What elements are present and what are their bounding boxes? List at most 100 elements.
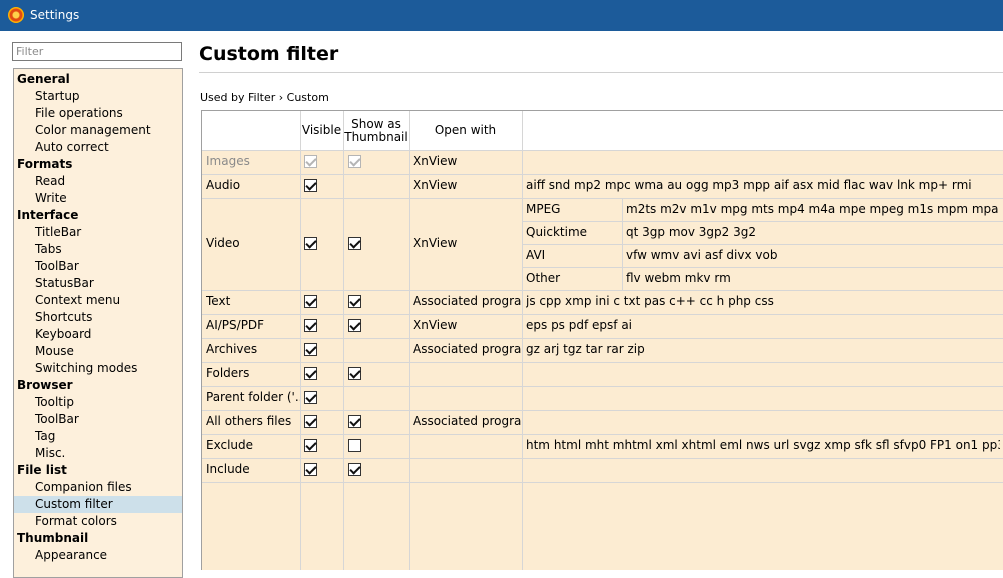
video-extensions-1[interactable]: qt 3gp mov 3gp2 3g2 (626, 225, 1000, 241)
open-with-6[interactable] (413, 366, 521, 382)
open-with-10[interactable] (413, 462, 521, 478)
thumbnail-checkbox[interactable] (348, 367, 361, 380)
tree-category-general[interactable]: General (14, 71, 182, 88)
tree-item-mouse[interactable]: Mouse (14, 343, 182, 360)
sidebar-filter-input[interactable] (12, 42, 182, 61)
row-name-5: Archives (206, 342, 258, 356)
tree-item-toolbar[interactable]: ToolBar (14, 258, 182, 275)
extensions-4[interactable]: eps ps pdf epsf ai (526, 318, 1000, 334)
grid-line (202, 362, 1003, 363)
open-with-9[interactable] (413, 438, 521, 454)
thumbnail-checkbox[interactable] (348, 319, 361, 332)
grid-line (202, 314, 1003, 315)
tree-item-tag[interactable]: Tag (14, 428, 182, 445)
tree-item-misc[interactable]: Misc. (14, 445, 182, 462)
visible-checkbox[interactable] (304, 343, 317, 356)
visible-checkbox[interactable] (304, 391, 317, 404)
grid-line (409, 111, 410, 570)
tree-item-appearance[interactable]: Appearance (14, 547, 182, 564)
tree-item-tabs[interactable]: Tabs (14, 241, 182, 258)
tree-item-shortcuts[interactable]: Shortcuts (14, 309, 182, 326)
tree-category-file-list[interactable]: File list (14, 462, 182, 479)
extensions-1[interactable]: aiff snd mp2 mpc wma au ogg mp3 mpp aif … (526, 178, 1000, 194)
open-with-4[interactable]: XnView (413, 318, 521, 334)
app-logo-icon (8, 7, 24, 23)
grid-line (202, 386, 1003, 387)
tree-item-switching-modes[interactable]: Switching modes (14, 360, 182, 377)
tree-category-interface[interactable]: Interface (14, 207, 182, 224)
open-with-1[interactable]: XnView (413, 178, 521, 194)
grid-line (522, 111, 523, 570)
video-extensions-3[interactable]: flv webm mkv rm (626, 271, 1000, 287)
row-name-7: Parent folder ('..') (206, 390, 300, 404)
tree-item-companion-files[interactable]: Companion files (14, 479, 182, 496)
visible-checkbox[interactable] (304, 237, 317, 250)
grid-line (202, 482, 1003, 483)
extensions-7[interactable] (526, 390, 1000, 406)
tree-category-formats[interactable]: Formats (14, 156, 182, 173)
tree-item-toolbar[interactable]: ToolBar (14, 411, 182, 428)
tree-category-browser[interactable]: Browser (14, 377, 182, 394)
extensions-3[interactable]: js cpp xmp ini c txt pas c++ cc h php cs… (526, 294, 1000, 310)
visible-checkbox[interactable] (304, 295, 317, 308)
tree-item-write[interactable]: Write (14, 190, 182, 207)
visible-checkbox[interactable] (304, 367, 317, 380)
header-thumbnail-line2: Thumbnail (344, 129, 408, 144)
extensions-5[interactable]: gz arj tgz tar rar zip (526, 342, 1000, 358)
visible-checkbox[interactable] (304, 319, 317, 332)
visible-checkbox[interactable] (304, 179, 317, 192)
tree-item-color-management[interactable]: Color management (14, 122, 182, 139)
visible-checkbox (304, 155, 317, 168)
thumbnail-checkbox[interactable] (348, 295, 361, 308)
grid-line (202, 198, 1003, 199)
grid-line (202, 290, 1003, 291)
open-with-2[interactable]: XnView (413, 236, 521, 252)
tree-item-keyboard[interactable]: Keyboard (14, 326, 182, 343)
video-subtype-0[interactable]: MPEG (526, 202, 620, 218)
extensions-0[interactable] (526, 154, 1000, 170)
tree-item-tooltip[interactable]: Tooltip (14, 394, 182, 411)
visible-checkbox[interactable] (304, 415, 317, 428)
grid-line (202, 338, 1003, 339)
open-with-3[interactable]: Associated program (413, 294, 521, 310)
thumbnail-checkbox[interactable] (348, 439, 361, 452)
open-with-7[interactable] (413, 390, 521, 406)
tree-item-startup[interactable]: Startup (14, 88, 182, 105)
extensions-10[interactable] (526, 462, 1000, 478)
grid-line (522, 221, 1003, 222)
tree-item-read[interactable]: Read (14, 173, 182, 190)
visible-checkbox[interactable] (304, 463, 317, 476)
open-with-5[interactable]: Associated program (413, 342, 521, 358)
thumbnail-checkbox[interactable] (348, 463, 361, 476)
row-name-10: Include (206, 462, 250, 476)
row-name-0: Images (206, 154, 250, 168)
header-open-with: Open with (409, 111, 522, 150)
video-subtype-3[interactable]: Other (526, 271, 620, 287)
open-with-0[interactable]: XnView (413, 154, 521, 170)
video-subtype-1[interactable]: Quicktime (526, 225, 620, 241)
tree-item-titlebar[interactable]: TitleBar (14, 224, 182, 241)
thumbnail-checkbox[interactable] (348, 415, 361, 428)
open-with-8[interactable]: Associated program (413, 414, 521, 430)
page-title: Custom filter (199, 43, 339, 65)
extensions-8[interactable] (526, 414, 1000, 430)
tree-item-file-operations[interactable]: File operations (14, 105, 182, 122)
tree-item-custom-filter[interactable]: Custom filter (14, 496, 182, 513)
extensions-9[interactable]: htm html mht mhtml xml xhtml eml nws url… (526, 438, 1000, 454)
visible-checkbox[interactable] (304, 439, 317, 452)
extensions-6[interactable] (526, 366, 1000, 382)
tree-item-statusbar[interactable]: StatusBar (14, 275, 182, 292)
grid-line (300, 111, 301, 570)
tree-item-context-menu[interactable]: Context menu (14, 292, 182, 309)
video-extensions-2[interactable]: vfw wmv avi asf divx vob (626, 248, 1000, 264)
video-extensions-0[interactable]: m2ts m2v m1v mpg mts mp4 m4a mpe mpeg m1… (626, 202, 1000, 218)
tree-item-auto-correct[interactable]: Auto correct (14, 139, 182, 156)
video-subtype-2[interactable]: AVI (526, 248, 620, 264)
tree-category-thumbnail[interactable]: Thumbnail (14, 530, 182, 547)
tree-item-format-colors[interactable]: Format colors (14, 513, 182, 530)
grid-line (202, 458, 1003, 459)
row-name-9: Exclude (206, 438, 254, 452)
row-name-4: AI/PS/PDF (206, 318, 265, 332)
thumbnail-checkbox[interactable] (348, 237, 361, 250)
grid-line (202, 434, 1003, 435)
